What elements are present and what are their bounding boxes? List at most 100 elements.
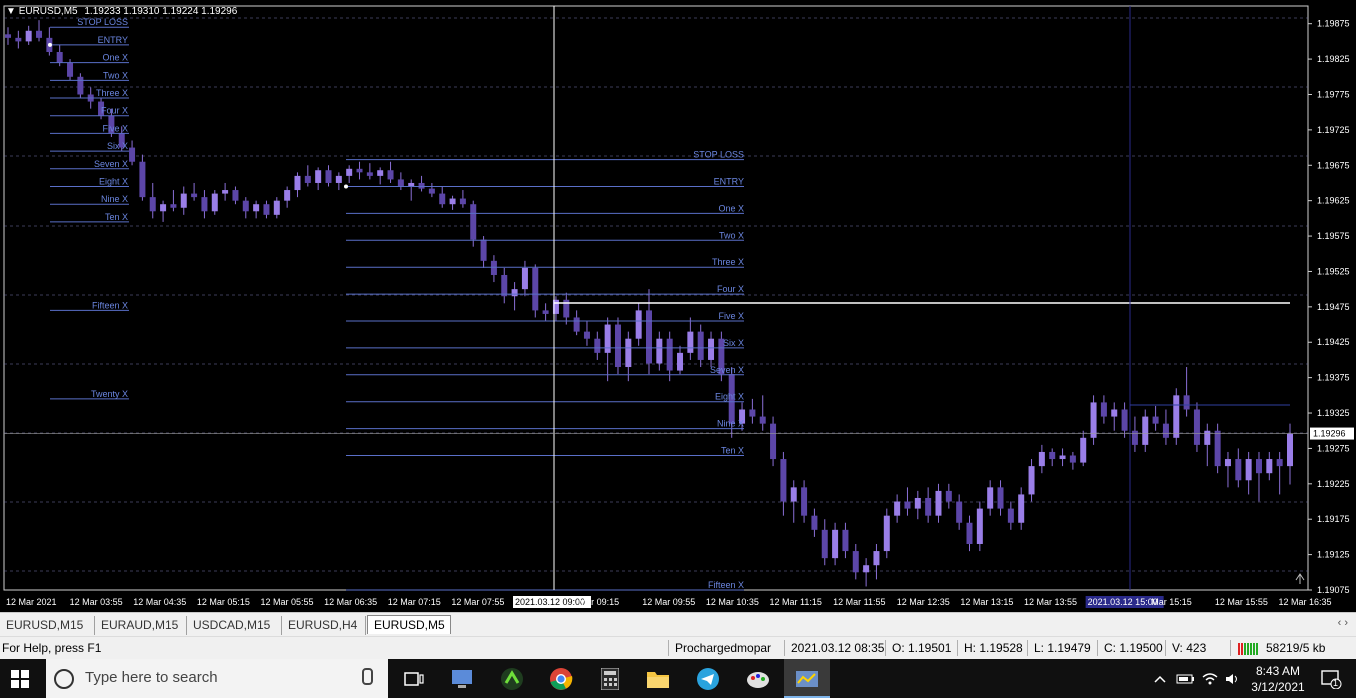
price-tick-label: 1.19575 xyxy=(1317,231,1350,241)
candle-body xyxy=(139,161,146,198)
file-explorer-icon[interactable] xyxy=(638,663,678,694)
windows-start-icon[interactable] xyxy=(0,663,40,694)
time-tick-label: 12 Mar 2021 xyxy=(6,597,57,607)
entry-marker xyxy=(48,42,52,47)
candle-body xyxy=(1007,508,1014,523)
chart-shift-icon xyxy=(1295,573,1305,584)
tab-label: EURUSD,M5 xyxy=(374,618,445,632)
candle-body xyxy=(242,200,249,212)
metatrader-icon[interactable] xyxy=(787,663,827,694)
candle-body xyxy=(1131,430,1138,445)
candle-body xyxy=(480,239,487,261)
candle-body xyxy=(335,175,342,183)
candle-body xyxy=(1049,451,1056,460)
candle-body xyxy=(222,190,229,194)
candle-body xyxy=(1173,395,1180,438)
candle-body xyxy=(1245,459,1252,481)
price-chart[interactable]: 1.19875 1.19825 1.19775 1.19725 1.19675 1.196… xyxy=(0,0,1356,612)
clock[interactable]: 8:43 AM 3/12/2021 xyxy=(1250,659,1306,698)
candle-body xyxy=(25,30,32,42)
task-view-icon[interactable] xyxy=(394,663,434,694)
candle-body xyxy=(232,190,239,201)
candle-body xyxy=(366,172,373,176)
price-tick-label: 1.19675 xyxy=(1317,160,1350,170)
status-volume: V: 423 xyxy=(1172,641,1207,655)
level-label: Six X xyxy=(723,338,744,348)
collapse-arrow-icon[interactable]: ▼ xyxy=(6,6,16,17)
candle-body xyxy=(1193,409,1200,445)
windows-taskbar: Type here to search 8:43 AM 3/12/2021 1 xyxy=(0,659,1356,698)
candle-body xyxy=(418,182,425,189)
level-label: Twenty X xyxy=(91,389,128,399)
tab-eurusd-h4[interactable]: EURUSD,H4 xyxy=(282,616,366,635)
candle-body xyxy=(129,147,136,162)
candle-body xyxy=(346,168,353,176)
candle-body xyxy=(211,193,218,212)
candle-body xyxy=(635,310,642,339)
candle-body xyxy=(811,515,818,530)
level-label: One X xyxy=(718,203,744,213)
symbol-name: EURUSD,M5 xyxy=(18,6,78,17)
microphone-icon[interactable] xyxy=(362,668,373,685)
telegram-icon[interactable] xyxy=(688,663,728,694)
notification-icon[interactable]: 1 xyxy=(1320,659,1342,698)
time-tick-label: 12 Mar 11:55 xyxy=(833,597,885,607)
trading-app-icon[interactable] xyxy=(492,663,532,694)
tab-eurusd-m5[interactable]: EURUSD,M5 xyxy=(367,615,451,634)
price-tick-label: 1.19425 xyxy=(1317,337,1350,347)
profile-name[interactable]: Prochargedmopar xyxy=(675,641,771,655)
candle-body xyxy=(263,204,270,215)
candle-body xyxy=(925,497,932,516)
calculator-icon[interactable] xyxy=(590,663,630,694)
paint-app-icon[interactable] xyxy=(738,663,778,694)
volume-icon[interactable] xyxy=(1224,659,1242,698)
level-label: Seven X xyxy=(94,159,128,169)
time-tick-label: 12 Mar 10:35 xyxy=(706,597,759,607)
level-label: Two X xyxy=(103,70,128,80)
candle-body xyxy=(1059,455,1066,460)
computer-app-icon[interactable] xyxy=(442,663,482,694)
time-tick-label: 12 Mar 05:15 xyxy=(197,597,250,607)
tab-usdcad-m15[interactable]: USDCAD,M15 xyxy=(187,616,282,635)
status-close: C: 1.19500 xyxy=(1104,641,1163,655)
status-datetime: 2021.03.12 08:35 xyxy=(791,641,885,655)
time-tick-label: Mar 15:15 xyxy=(1151,597,1192,607)
level-label: Five X xyxy=(718,311,744,321)
level-label: ENTRY xyxy=(98,35,128,45)
candle-body xyxy=(377,170,384,176)
time-tick-label: 12 Mar 13:15 xyxy=(960,597,1013,607)
candle-body xyxy=(315,170,322,183)
chart-window[interactable]: 1.19875 1.19825 1.19775 1.19725 1.19675 1.196… xyxy=(0,0,1356,612)
candle-body xyxy=(997,487,1004,509)
candle-body xyxy=(1090,402,1097,438)
level-label: Eight X xyxy=(99,177,128,187)
tab-euraud-m15[interactable]: EURAUD,M15 xyxy=(95,616,187,635)
level-label: Four X xyxy=(717,284,744,294)
level-label: Fifteen X xyxy=(708,580,744,590)
wifi-icon[interactable] xyxy=(1201,659,1219,698)
candle-body xyxy=(67,62,74,77)
tab-eurusd-m15[interactable]: EURUSD,M15 xyxy=(0,616,95,635)
price-tick-label: 1.19075 xyxy=(1317,585,1350,595)
tab-label: USDCAD,M15 xyxy=(193,618,271,632)
candle-body xyxy=(863,565,870,573)
ohlc-values: 1.19233 1.19310 1.19224 1.19296 xyxy=(84,6,238,17)
plot-frame xyxy=(3,5,1309,591)
candle-body xyxy=(873,551,880,566)
symbol-header: ▼ EURUSD,M5 1.19233 1.19310 1.19224 1.19… xyxy=(6,6,237,17)
connection-bars-icon[interactable] xyxy=(1238,641,1262,658)
taskbar-search-box[interactable]: Type here to search xyxy=(46,659,388,698)
status-high: H: 1.19528 xyxy=(964,641,1023,655)
chrome-icon[interactable] xyxy=(541,663,581,694)
tab-scroll-arrows[interactable]: ‹ › xyxy=(1338,617,1348,629)
level-label: One X xyxy=(102,53,128,63)
candle-body xyxy=(904,501,911,509)
tray-chevron-icon[interactable] xyxy=(1153,659,1167,698)
tab-label: EURUSD,M15 xyxy=(6,618,84,632)
level-label: Four X xyxy=(101,106,128,116)
candle-body xyxy=(945,490,952,502)
candle-body xyxy=(1255,459,1262,474)
price-tick-label: 1.19225 xyxy=(1317,479,1350,489)
candle-body xyxy=(1224,459,1231,467)
battery-icon[interactable] xyxy=(1176,659,1196,698)
